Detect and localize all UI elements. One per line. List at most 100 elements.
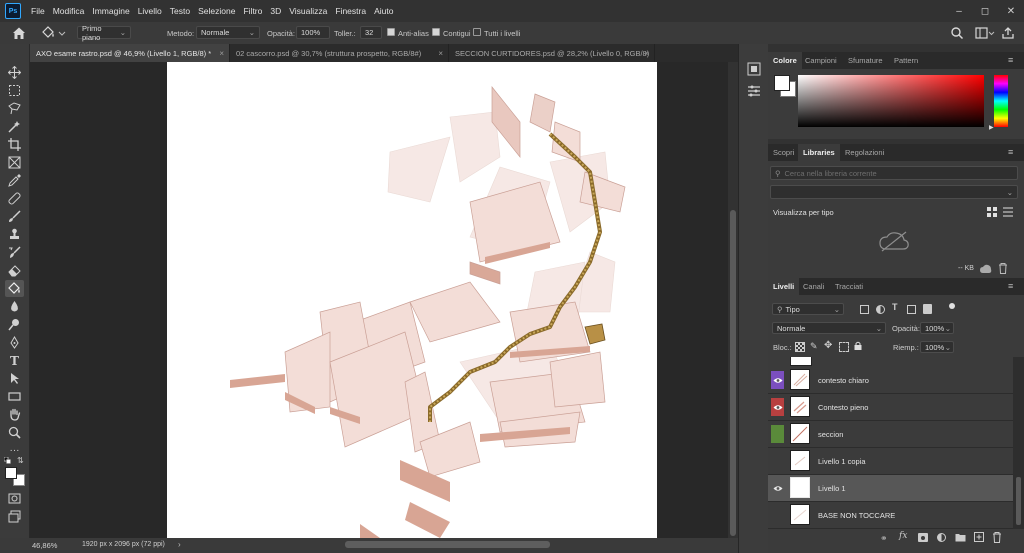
foreground-color-swatch[interactable]	[5, 467, 17, 479]
hue-slider[interactable]	[994, 75, 1008, 127]
layer-row-contesto-pieno[interactable]: Contesto pieno	[768, 394, 1013, 421]
clone-stamp-tool-icon[interactable]	[5, 226, 24, 243]
lock-transparent-icon[interactable]	[795, 342, 805, 352]
fill-input[interactable]: 100% ⌄	[920, 341, 954, 353]
grid-view-icon[interactable]	[987, 207, 997, 217]
all-layers-checkbox[interactable]	[473, 28, 481, 36]
healing-brush-tool-icon[interactable]	[5, 190, 24, 207]
view-by-type-label[interactable]: Visualizza per tipo	[773, 208, 834, 217]
history-panel-icon[interactable]	[747, 62, 761, 76]
lock-position-icon[interactable]: ✥	[824, 340, 832, 351]
close-tab-icon[interactable]: ×	[219, 49, 224, 58]
trash-icon[interactable]	[998, 263, 1008, 274]
visibility-eye-icon[interactable]	[771, 398, 784, 416]
new-layer-icon[interactable]	[974, 532, 984, 542]
blur-tool-icon[interactable]	[5, 298, 24, 315]
minimize-icon[interactable]: –	[946, 0, 972, 22]
menu-selezione[interactable]: Selezione	[194, 6, 239, 16]
tolerance-input[interactable]: 32	[360, 26, 382, 39]
properties-panel-icon[interactable]	[747, 84, 761, 98]
close-tab-icon[interactable]: ×	[438, 49, 443, 58]
cloud-sync-icon[interactable]	[980, 264, 992, 274]
maximize-icon[interactable]: ◻	[972, 0, 998, 22]
menu-visualizza[interactable]: Visualizza	[285, 6, 331, 16]
type-tool-icon[interactable]: T	[5, 352, 24, 369]
path-selection-tool-icon[interactable]	[5, 370, 24, 387]
vertical-scroll-thumb[interactable]	[730, 210, 736, 536]
new-group-icon[interactable]	[955, 533, 966, 542]
tab-pattern[interactable]: Pattern	[889, 52, 923, 69]
color-spectrum-field[interactable]	[798, 75, 984, 127]
visibility-eye-icon[interactable]	[771, 371, 784, 389]
canvas-area[interactable]	[30, 62, 728, 538]
tab-regolazioni[interactable]: Regolazioni	[840, 144, 889, 161]
workspace-icon[interactable]	[975, 26, 995, 40]
add-mask-icon[interactable]	[918, 533, 928, 542]
tab-colore[interactable]: Colore	[768, 52, 802, 69]
menu-testo[interactable]: Testo	[166, 6, 194, 16]
paint-bucket-tool-icon[interactable]	[5, 280, 24, 297]
lock-image-icon[interactable]: ✎	[810, 341, 818, 352]
menu-modifica[interactable]: Modifica	[49, 6, 89, 16]
layers-scrollbar[interactable]	[1013, 357, 1024, 529]
link-layers-icon[interactable]: ⚭	[880, 533, 890, 543]
zoom-level[interactable]: 46,86%	[32, 541, 57, 550]
layers-scroll-thumb[interactable]	[1016, 477, 1021, 525]
filter-pixel-icon[interactable]	[860, 305, 869, 314]
layer-row-contesto-chiaro[interactable]: contesto chiaro	[768, 367, 1013, 394]
pen-tool-icon[interactable]	[5, 334, 24, 351]
paint-bucket-preset-icon[interactable]	[40, 25, 66, 41]
menu-finestra[interactable]: Finestra	[331, 6, 370, 16]
opacity-input[interactable]: 100%	[296, 26, 330, 39]
lock-all-icon[interactable]	[854, 341, 862, 350]
layer-row-livello-1-copia[interactable]: Livello 1 copia	[768, 448, 1013, 475]
tab-campioni[interactable]: Campioni	[800, 52, 842, 69]
menu-3d[interactable]: 3D	[266, 6, 285, 16]
menu-aiuto[interactable]: Aiuto	[370, 6, 397, 16]
panel-menu-icon[interactable]: ≡	[1008, 147, 1013, 157]
layer-row-base-non-toccare[interactable]: BASE NON TOCCARE	[768, 502, 1013, 529]
frame-tool-icon[interactable]	[5, 154, 24, 171]
status-arrow-icon[interactable]: ›	[178, 540, 181, 549]
library-select[interactable]: ⌄	[770, 185, 1018, 199]
filter-shape-icon[interactable]	[907, 305, 916, 314]
tab-livelli[interactable]: Livelli	[768, 278, 800, 295]
method-select[interactable]: Normale ⌄	[196, 26, 260, 39]
magic-wand-tool-icon[interactable]	[5, 118, 24, 135]
blend-mode-select[interactable]: Normale ⌄	[772, 322, 886, 334]
tab-scopri[interactable]: Scopri	[768, 144, 799, 161]
filter-toggle-icon[interactable]	[949, 303, 955, 309]
move-tool-icon[interactable]	[5, 64, 24, 81]
layer-filter-select[interactable]: ⚲ Tipo ⌄	[772, 303, 844, 315]
layer-style-icon[interactable]: fx	[899, 531, 907, 541]
home-icon[interactable]	[11, 25, 27, 41]
visibility-toggle[interactable]	[771, 452, 784, 470]
close-tab-icon[interactable]: ×	[644, 49, 649, 58]
panel-menu-icon[interactable]: ≡	[1008, 55, 1013, 65]
tab-cascorro[interactable]: 02 cascorro.psd @ 30,7% (struttura prosp…	[230, 44, 449, 62]
visibility-eye-icon[interactable]	[771, 479, 784, 497]
crop-tool-icon[interactable]	[5, 136, 24, 153]
tab-canali[interactable]: Canali	[798, 278, 829, 295]
contiguous-checkbox[interactable]	[432, 28, 440, 36]
adjustment-layer-icon[interactable]	[937, 533, 946, 542]
lock-artboard-icon[interactable]	[839, 342, 849, 352]
document-canvas[interactable]	[30, 62, 728, 538]
tab-tracciati[interactable]: Tracciati	[830, 278, 868, 295]
layer-row-seccion[interactable]: seccion	[768, 421, 1013, 448]
share-icon[interactable]	[1001, 26, 1015, 40]
filter-smart-object-icon[interactable]	[923, 304, 932, 314]
eyedropper-tool-icon[interactable]	[5, 172, 24, 189]
library-search-input[interactable]: ⚲ Cerca nella libreria corrente	[770, 166, 1018, 180]
marquee-tool-icon[interactable]	[5, 82, 24, 99]
rectangle-tool-icon[interactable]	[5, 388, 24, 405]
delete-layer-icon[interactable]	[992, 532, 1002, 543]
menu-file[interactable]: File	[27, 6, 49, 16]
antialias-checkbox[interactable]	[387, 28, 395, 36]
brush-tool-icon[interactable]	[5, 208, 24, 225]
dodge-tool-icon[interactable]	[5, 316, 24, 333]
quick-mask-icon[interactable]	[5, 490, 24, 507]
tab-libraries[interactable]: Libraries	[798, 144, 840, 161]
tab-axo-esame[interactable]: AXO esame rastro.psd @ 46,9% (Livello 1,…	[30, 44, 230, 62]
search-icon[interactable]	[950, 26, 964, 40]
